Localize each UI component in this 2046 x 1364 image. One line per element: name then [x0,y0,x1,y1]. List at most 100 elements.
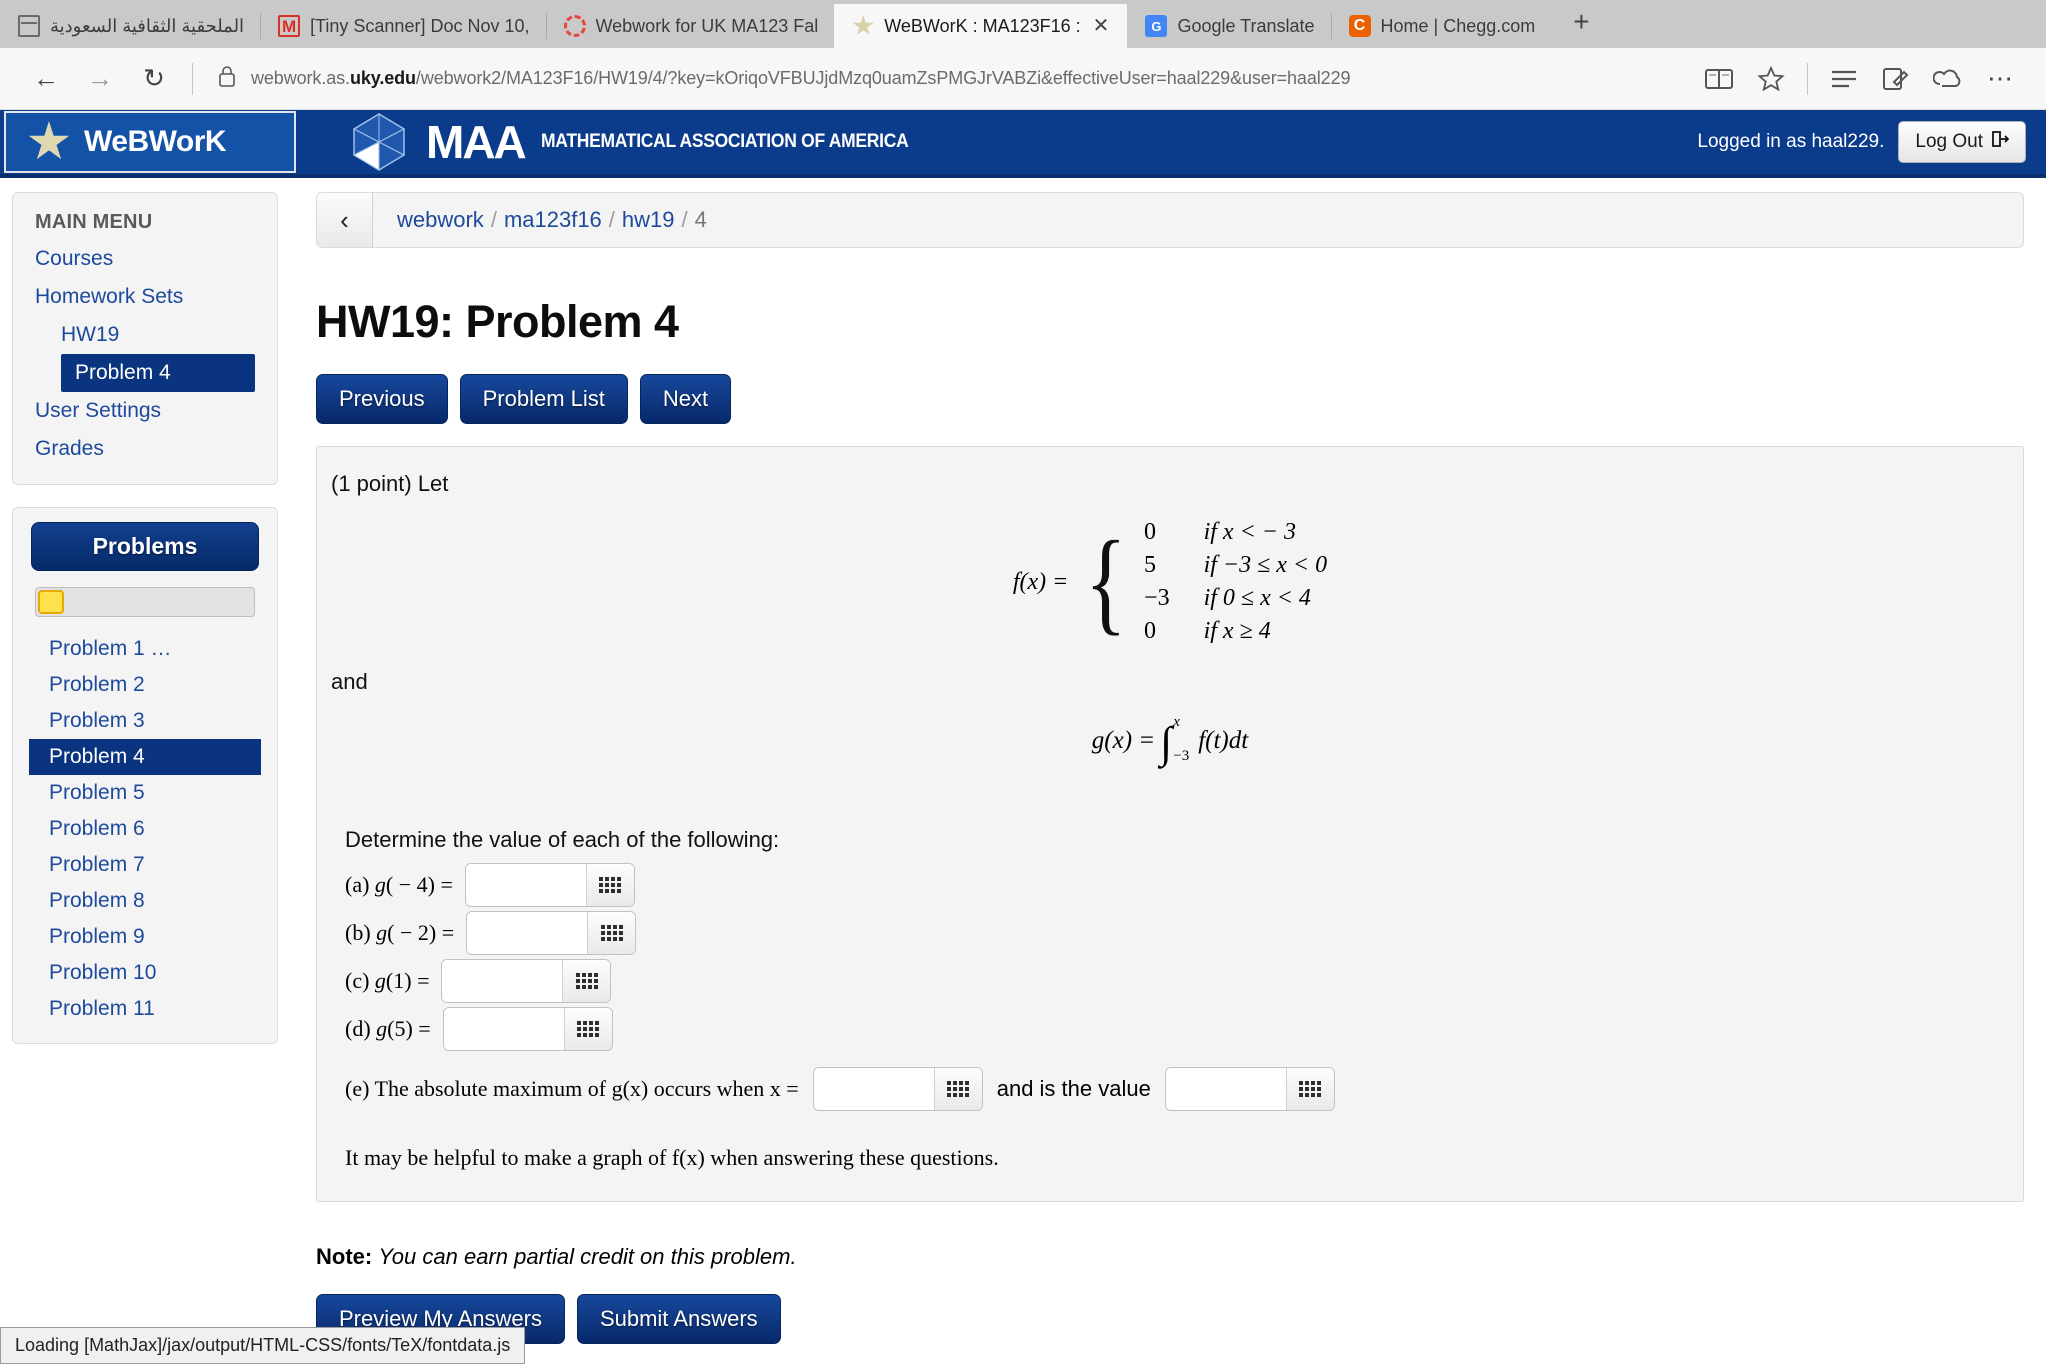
answer-field-e-value[interactable] [1164,1066,1335,1111]
breadcrumb-item-set[interactable]: hw19 [622,207,675,232]
breadcrumb: webwork / ma123f16/hw19/4 [373,207,707,233]
sidebar-item-homework-sets[interactable]: Homework Sets [13,278,277,316]
document-icon [18,15,40,37]
tab-title: WeBWorK : MA123F16 : [884,15,1081,36]
keypad-icon[interactable] [562,959,611,1002]
browser-tab[interactable]: C Home | Chegg.com [1330,4,1552,48]
browser-tab[interactable]: G Google Translate [1127,4,1331,48]
keypad-icon[interactable] [587,911,636,954]
problem-link-1[interactable]: Problem 1 … [13,631,277,667]
problem-link-8[interactable]: Problem 8 [13,883,277,919]
answer-input-e-x[interactable] [813,1067,934,1110]
problem-link-7[interactable]: Problem 7 [13,847,277,883]
favorite-star-icon[interactable] [1747,55,1795,103]
chevron-left-icon[interactable]: ‹ [317,193,373,247]
forward-icon[interactable]: → [76,55,124,103]
keypad-icon[interactable] [585,863,634,906]
browser-window: الملحقية الثقافية السعودية M [Tiny Scann… [0,0,2046,1364]
piecewise-value: −3 [1144,585,1170,611]
sidebar-item-problem-4[interactable]: Problem 4 [61,354,255,392]
toolbar-divider [1807,62,1808,95]
progress-chip [38,590,64,614]
tab-divider [260,13,262,39]
determine-text: Determine the value of each of the follo… [345,826,780,852]
keypad-icon[interactable] [563,1007,612,1050]
reload-icon[interactable]: ↻ [130,55,178,103]
hub-icon[interactable] [1820,55,1868,103]
sidebar-item-hw19[interactable]: HW19 [13,316,277,354]
google-translate-icon: G [1145,15,1168,37]
tab-title: الملحقية الثقافية السعودية [50,15,245,36]
webwork-logo[interactable]: WeBWorK [4,111,296,173]
sidebar-item-courses[interactable]: Courses [13,240,277,278]
problems-panel-title: Problems [31,522,259,571]
problem-link-3[interactable]: Problem 3 [13,703,277,739]
note-text: You can earn partial credit on this prob… [378,1243,797,1269]
answer-field-b[interactable] [466,910,637,955]
integral-upper-limit: x [1173,714,1180,730]
sidebar: MAIN MENU Courses Homework Sets HW19 Pro… [0,178,290,1044]
sidebar-item-grades[interactable]: Grades [13,430,277,468]
piecewise-value: 5 [1144,552,1157,578]
share-icon[interactable] [1924,55,1972,103]
answer-field-a[interactable] [464,862,635,907]
breadcrumb-separator: / [490,207,497,232]
webwork-red-icon [563,15,586,37]
piecewise-condition: if −3 ≤ x < 0 [1203,552,1328,578]
piecewise-condition: if x < − 3 [1203,519,1296,545]
logout-button[interactable]: Log Out [1898,121,2026,163]
problem-body: (1 point) Let f(x) = { 0 if x < − 3 5 if… [316,446,2024,1202]
login-area: Logged in as haal229. Log Out [1697,121,2026,163]
previous-button[interactable]: Previous [316,374,448,424]
integral-lower-limit: −3 [1173,747,1190,764]
submit-row: Preview My Answers Submit Answers [316,1293,2024,1344]
browser-tab[interactable]: الملحقية الثقافية السعودية [0,4,261,48]
page-body: MAIN MENU Courses Homework Sets HW19 Pro… [0,178,2046,1364]
maa-wordmark: MAA [426,116,527,168]
browser-tab[interactable]: M [Tiny Scanner] Doc Nov 10, [260,4,546,48]
breadcrumb-separator: / [681,207,688,232]
answer-field-c[interactable] [441,958,612,1003]
keypad-icon[interactable] [933,1067,982,1110]
breadcrumb-item-webwork[interactable]: webwork [397,207,484,232]
back-icon[interactable]: ← [22,55,70,103]
reading-view-icon[interactable] [1695,55,1743,103]
problem-link-6[interactable]: Problem 6 [13,811,277,847]
answer-input-b[interactable] [467,911,588,954]
browser-tab[interactable]: Webwork for UK MA123 Fal [545,4,835,48]
piecewise-value: 0 [1144,519,1157,545]
keypad-icon[interactable] [1285,1067,1334,1110]
problem-link-4[interactable]: Problem 4 [29,739,261,775]
breadcrumb-separator: / [608,207,615,232]
answer-input-a[interactable] [465,863,586,906]
problem-list-button[interactable]: Problem List [459,374,628,424]
part-e-text-middle: and is the value [996,1075,1151,1101]
answer-input-c[interactable] [442,959,563,1002]
answer-field-e-x[interactable] [812,1066,983,1111]
integral-lhs: g(x) = [1091,726,1156,754]
page-title: HW19: Problem 4 [316,296,679,347]
submit-answers-button[interactable]: Submit Answers [576,1293,781,1344]
note-label: Note: [316,1243,373,1269]
new-tab-button[interactable]: + [1551,8,1611,42]
notes-icon[interactable] [1872,55,1920,103]
toolbar-actions: ⋯ [1695,55,2024,103]
problem-link-9[interactable]: Problem 9 [13,919,277,955]
problem-link-2[interactable]: Problem 2 [13,667,277,703]
address-bar[interactable]: webwork.as.uky.edu/webwork2/MA123F16/HW1… [207,55,1689,103]
lock-icon [217,64,237,93]
browser-tab-active[interactable]: WeBWorK : MA123F16 : ✕ [834,4,1128,48]
close-icon[interactable]: ✕ [1091,16,1112,36]
problem-link-5[interactable]: Problem 5 [13,775,277,811]
more-icon[interactable]: ⋯ [1976,55,2024,103]
next-button[interactable]: Next [639,374,732,424]
answer-input-d[interactable] [443,1007,564,1050]
problem-link-10[interactable]: Problem 10 [13,955,277,991]
sidebar-item-user-settings[interactable]: User Settings [13,392,277,430]
breadcrumb-item-course[interactable]: ma123f16 [504,207,602,232]
problem-link-11[interactable]: Problem 11 [13,991,277,1027]
answer-input-e-value[interactable] [1165,1067,1286,1110]
answer-field-d[interactable] [442,1006,613,1051]
points-text: (1 point) Let [331,471,449,496]
function-label: f(x) = [1012,568,1069,595]
